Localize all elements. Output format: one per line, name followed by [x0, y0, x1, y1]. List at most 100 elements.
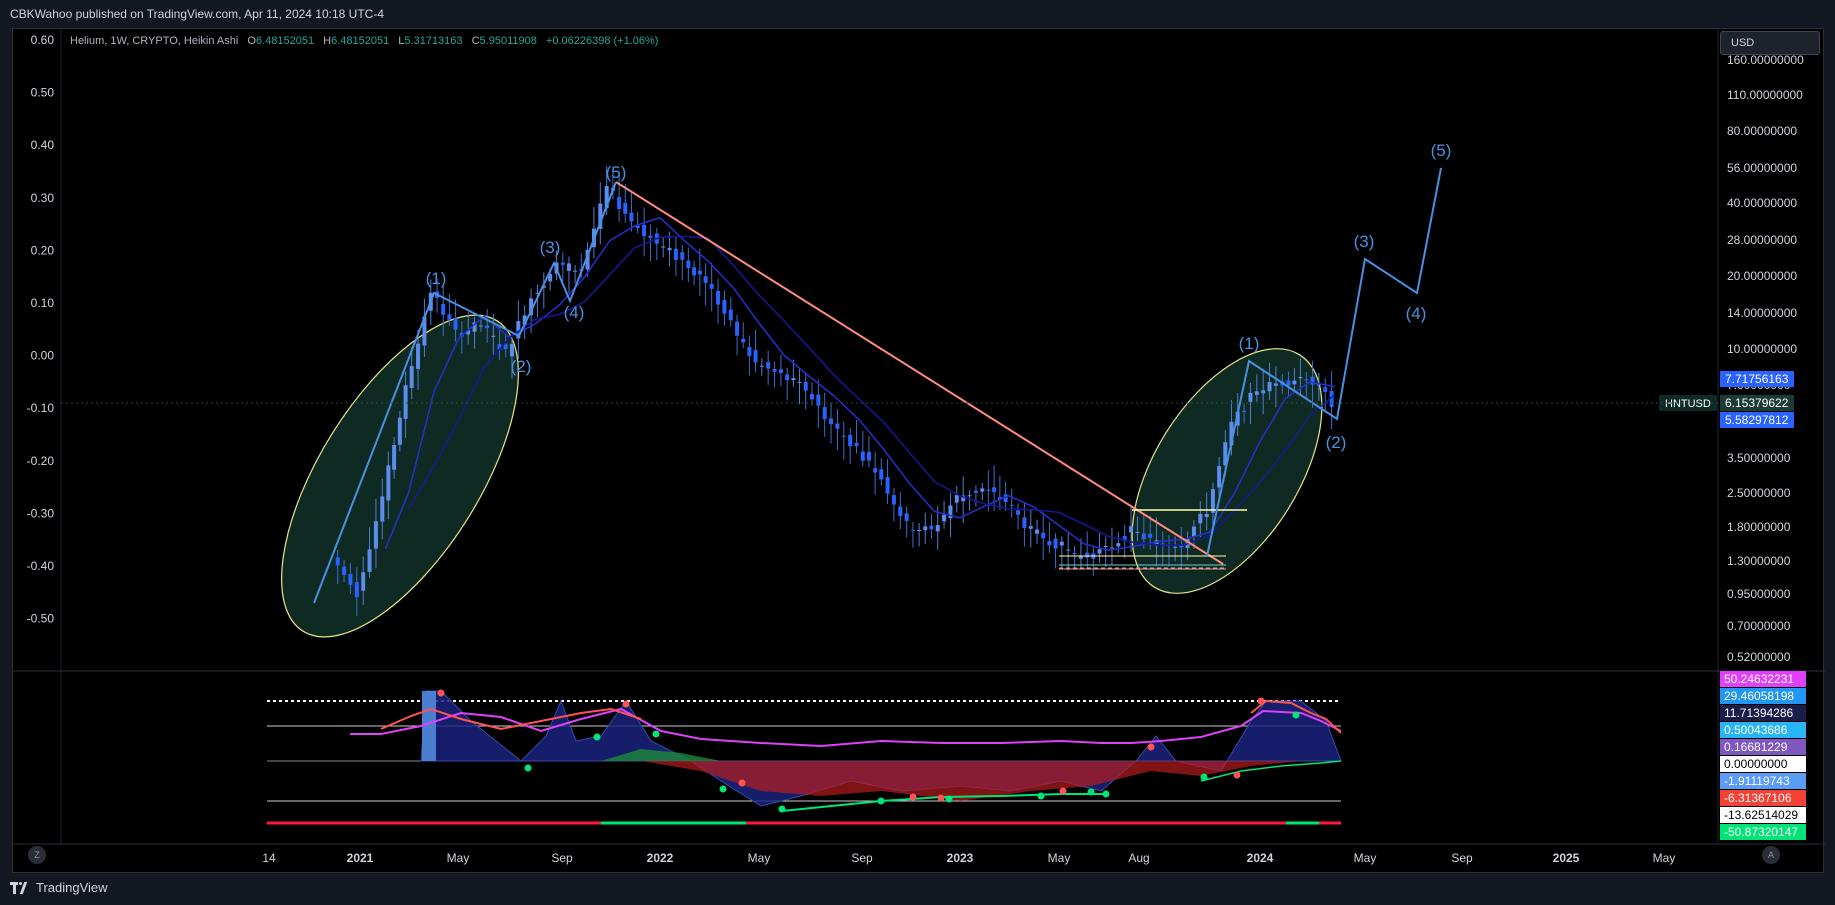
candle-body	[898, 506, 903, 517]
candle-body	[680, 252, 685, 260]
left-axis-tick: -0.30	[27, 506, 55, 520]
candle-body	[478, 325, 483, 327]
signal-dot	[622, 700, 630, 708]
time-axis-tick: May	[748, 851, 771, 865]
candle-body	[923, 526, 928, 531]
signal-dot	[719, 785, 727, 793]
candle-body	[453, 318, 458, 330]
osc-label: 11.71394286	[1724, 706, 1794, 720]
candle-body	[1129, 526, 1134, 533]
candle-body	[686, 260, 691, 269]
candle-body	[673, 248, 678, 260]
right-axis-tick: 0.95000000	[1727, 587, 1791, 601]
signal-dot	[909, 793, 917, 801]
candle-body	[1141, 533, 1146, 540]
open-value: 6.48152051	[255, 35, 315, 47]
candle-body	[866, 451, 871, 461]
wave-label: (1)	[1239, 334, 1260, 353]
signal-dot	[524, 764, 532, 772]
signal-dot	[1059, 787, 1067, 795]
currency-button[interactable]: USD	[1720, 31, 1820, 55]
price-label: 5.58297812	[1725, 413, 1789, 427]
left-axis-tick: -0.20	[27, 454, 55, 468]
low-value: 5.31713163	[404, 35, 463, 47]
chart-container[interactable]: 0.60 0.50 0.40 0.30 0.20 0.10 0.00 -0.10 -0.20 -0…	[12, 28, 1825, 874]
wave-label: (4)	[564, 303, 585, 322]
candle-body	[860, 451, 865, 461]
right-axis-tick: 10.00000000	[1727, 342, 1797, 356]
candle-body	[503, 344, 508, 350]
candle-body	[778, 369, 783, 374]
candle-body	[392, 445, 397, 470]
left-axis-tick: -0.10	[27, 401, 55, 415]
candle-body	[716, 290, 721, 305]
signal-dot	[945, 795, 953, 803]
candle-body	[1072, 552, 1077, 555]
signal-dot	[1257, 697, 1265, 705]
left-axis-tick: 0.40	[31, 138, 55, 152]
z-button[interactable]: Z	[28, 846, 46, 864]
signal-dot	[1087, 788, 1095, 796]
candle-body	[1103, 546, 1108, 548]
high-value: 6.48152051	[331, 35, 390, 47]
signal-dot	[593, 733, 601, 741]
wave-label: (2)	[511, 357, 532, 376]
time-axis-tick: Aug	[1128, 851, 1149, 865]
right-axis-tick: 1.80000000	[1727, 520, 1791, 534]
wave-label: (4)	[1406, 304, 1427, 323]
candle-body	[829, 418, 834, 425]
candle-body	[1173, 546, 1178, 548]
candle-body	[1041, 532, 1046, 539]
candle-body	[661, 246, 666, 248]
candle-body	[973, 490, 978, 493]
time-axis-tick: Sep	[551, 851, 573, 865]
tradingview-logo[interactable]: TradingView	[10, 880, 108, 895]
signal-dot	[778, 805, 786, 813]
candle-body	[1035, 529, 1040, 534]
candle-body	[342, 566, 347, 575]
left-axis-tick: -0.50	[27, 612, 55, 626]
candle-body	[386, 465, 391, 501]
right-axis-tick: 20.00000000	[1727, 269, 1797, 283]
candle-body	[835, 423, 840, 429]
candle-body	[1078, 556, 1083, 559]
time-axis-tick: 2023	[947, 851, 974, 865]
candle-body	[885, 477, 890, 494]
osc-label: -1.91119743	[1724, 774, 1790, 788]
a-button[interactable]: A	[1762, 846, 1780, 864]
chart-svg[interactable]: 0.60 0.50 0.40 0.30 0.20 0.10 0.00 -0.10 -0.20 -0…	[13, 29, 1825, 874]
highlight-ellipse	[1131, 348, 1323, 594]
time-axis-tick: 14	[262, 851, 276, 865]
signal-dot	[738, 779, 746, 787]
candle-body	[629, 212, 634, 222]
right-axis-tick: 1.30000000	[1727, 554, 1791, 568]
left-axis-tick: 0.00	[31, 349, 55, 363]
candle-body	[692, 267, 697, 276]
wave-label: (2)	[1326, 433, 1347, 452]
candle-body	[566, 263, 571, 271]
wave-label: (5)	[606, 163, 627, 182]
bottom-bar	[0, 873, 1835, 905]
ohlc-legend: Helium, 1W, CRYPTO, Heikin Ashi O6.48152…	[70, 35, 658, 47]
symbol-line: Helium, 1W, CRYPTO, Heikin Ashi	[70, 35, 239, 47]
candle-body	[697, 270, 702, 275]
left-axis-tick: 0.60	[31, 33, 55, 47]
candle-body	[361, 572, 366, 591]
candle-body	[1304, 379, 1309, 381]
close-key: C	[471, 35, 480, 47]
candle-body	[367, 549, 372, 572]
candle-body	[1022, 517, 1027, 528]
candle-body	[785, 374, 790, 381]
candle-body	[1028, 526, 1033, 529]
candle-body	[803, 381, 808, 391]
left-axis-tick: 0.10	[31, 296, 55, 310]
candle-body	[373, 521, 378, 549]
osc-label: -13.62514029	[1724, 808, 1798, 822]
time-axis-tick: 2021	[347, 851, 374, 865]
signal-dot	[877, 797, 885, 805]
candle-body	[573, 270, 578, 272]
right-axis-tick: 0.52000000	[1727, 650, 1791, 664]
candle-body	[747, 347, 752, 356]
close-value: 5.95011908	[479, 35, 537, 47]
published-text: CBKWahoo published on TradingView.com, A…	[10, 7, 384, 21]
